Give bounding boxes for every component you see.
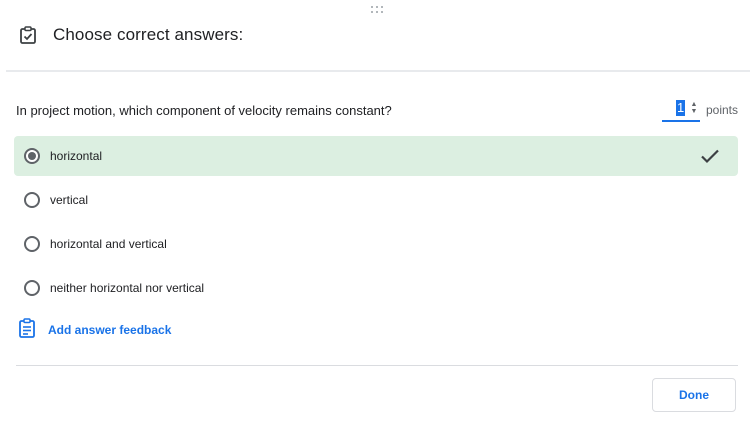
option-label: horizontal and vertical <box>50 237 167 251</box>
drag-handle-icon[interactable] <box>368 6 386 16</box>
option-label: neither horizontal nor vertical <box>50 281 205 295</box>
option-label: vertical <box>50 193 89 207</box>
points-stepper[interactable]: ▲ ▼ <box>688 99 700 117</box>
points-label: points <box>705 103 738 117</box>
checkmark-icon <box>701 149 719 164</box>
radio-button[interactable] <box>24 280 40 296</box>
points-input[interactable]: 1 ▲ ▼ <box>661 98 700 122</box>
add-answer-feedback-button[interactable]: Add answer feedback <box>18 317 172 343</box>
footer-divider <box>16 365 738 366</box>
question-text: In project motion, which component of ve… <box>16 102 392 118</box>
assignment-check-icon <box>18 25 38 45</box>
done-button[interactable]: Done <box>652 378 736 412</box>
question-row: In project motion, which component of ve… <box>16 98 738 122</box>
stepper-down-icon[interactable]: ▼ <box>691 108 698 115</box>
answer-option-neither[interactable]: neither horizontal nor vertical <box>14 268 738 308</box>
points-control: 1 ▲ ▼ points <box>661 98 738 122</box>
answer-option-horizontal[interactable]: horizontal <box>14 136 738 176</box>
page-title: Choose correct answers: <box>53 25 244 44</box>
add-answer-feedback-label: Add answer feedback <box>48 323 172 337</box>
answer-options: horizontal vertical horizontal and verti… <box>14 136 738 312</box>
answer-option-both[interactable]: horizontal and vertical <box>14 224 738 264</box>
radio-button-selected[interactable] <box>24 148 40 164</box>
feedback-clipboard-icon <box>18 317 36 343</box>
card-header: Choose correct answers: <box>18 22 243 48</box>
radio-button[interactable] <box>24 192 40 208</box>
radio-button[interactable] <box>24 236 40 252</box>
header-divider <box>6 70 750 72</box>
points-value: 1 <box>675 100 686 116</box>
answer-option-vertical[interactable]: vertical <box>14 180 738 220</box>
stepper-up-icon[interactable]: ▲ <box>691 101 698 108</box>
option-label: horizontal <box>50 149 103 163</box>
